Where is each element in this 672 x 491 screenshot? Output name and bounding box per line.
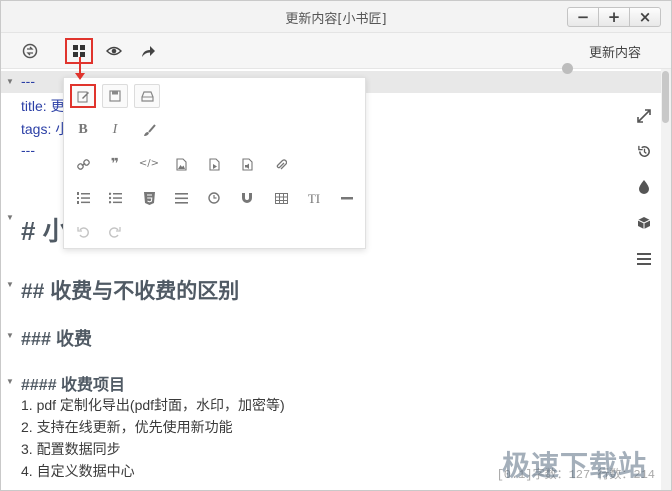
annotation-arrow-head (75, 73, 85, 80)
code-icon[interactable]: </> (136, 152, 162, 176)
italic-icon[interactable]: I (102, 118, 128, 142)
fold-arrow[interactable]: ▼ (6, 213, 14, 222)
redo-icon[interactable] (102, 220, 128, 244)
image-icon[interactable] (168, 152, 194, 176)
history-icon[interactable] (635, 142, 653, 160)
fold-arrow[interactable]: ▼ (6, 280, 14, 289)
ordered-list-icon[interactable] (70, 186, 96, 210)
expand-icon[interactable] (635, 107, 653, 125)
html5-icon[interactable] (136, 186, 162, 210)
clock-icon[interactable] (201, 186, 227, 210)
save-icon[interactable] (102, 84, 128, 108)
cube-icon[interactable] (635, 214, 653, 232)
list-item: 4. 自定义数据中心 (21, 463, 135, 479)
unordered-list-icon[interactable] (102, 186, 128, 210)
title-bar: 更新内容[小书匠] − + × (1, 1, 671, 33)
menu-icon[interactable] (635, 250, 653, 268)
italic-glyph: I (112, 122, 118, 137)
close-button[interactable]: × (629, 7, 661, 27)
list-item: 3. 配置数据同步 (21, 441, 121, 457)
text-size-icon[interactable]: TI (301, 186, 327, 210)
heading-3: ### 收费 (21, 329, 93, 349)
undo-icon[interactable] (70, 220, 96, 244)
editor-line: title: 更 (21, 98, 65, 114)
editor-line: tags: 小 (21, 121, 70, 137)
text-size-glyph: TI (307, 190, 321, 206)
editor-line: --- (21, 73, 35, 89)
eye-icon[interactable] (103, 40, 125, 62)
magnet-icon[interactable] (234, 186, 260, 210)
scrollbar-thumb[interactable] (662, 71, 669, 123)
slider-handle[interactable] (562, 63, 573, 74)
fold-arrow[interactable]: ▼ (6, 77, 14, 86)
bold-icon[interactable]: B (70, 118, 96, 142)
editor-line: --- (21, 142, 35, 158)
audio-icon[interactable] (234, 152, 260, 176)
format-toolbar-popup: B I ❞ </> TI (63, 77, 366, 249)
edit-icon[interactable] (70, 84, 96, 108)
fold-arrow[interactable]: ▼ (6, 377, 14, 386)
print-icon[interactable] (134, 84, 160, 108)
attachment-icon[interactable] (268, 152, 294, 176)
sync-icon[interactable] (19, 40, 41, 62)
list-item: 2. 支持在线更新，优先使用新功能 (21, 419, 233, 435)
share-arrow-icon[interactable] (137, 40, 159, 62)
maximize-button[interactable]: + (598, 7, 630, 27)
link-icon[interactable] (70, 152, 96, 176)
heading-1: # 小 (21, 216, 69, 246)
minimize-button[interactable]: − (567, 7, 599, 27)
quote-icon[interactable]: ❞ (102, 152, 128, 176)
horizontal-rule-icon[interactable] (334, 186, 360, 210)
quote-glyph: ❞ (110, 156, 120, 172)
update-content-label: 更新内容 (588, 46, 641, 61)
window-controls: − + × (567, 7, 661, 27)
bold-glyph: B (78, 122, 88, 137)
vertical-scrollbar[interactable] (661, 69, 671, 490)
brush-icon[interactable] (136, 118, 162, 142)
code-glyph: </> (138, 158, 160, 169)
list-item: 1. pdf 定制化导出(pdf封面，水印，加密等) (21, 397, 285, 413)
drop-icon[interactable] (635, 177, 653, 195)
app-window: 更新内容[小书匠] − + × 更新内容 ▼ --- title: 更 tags… (0, 0, 672, 491)
fold-arrow[interactable]: ▼ (6, 331, 14, 340)
align-icon[interactable] (168, 186, 194, 210)
heading-2: ## 收费与不收费的区别 (21, 280, 240, 303)
table-icon[interactable] (268, 186, 294, 210)
watermark-text: 极速下载站 (501, 450, 647, 481)
heading-4: #### 收费项目 (21, 377, 126, 394)
video-icon[interactable] (201, 152, 227, 176)
